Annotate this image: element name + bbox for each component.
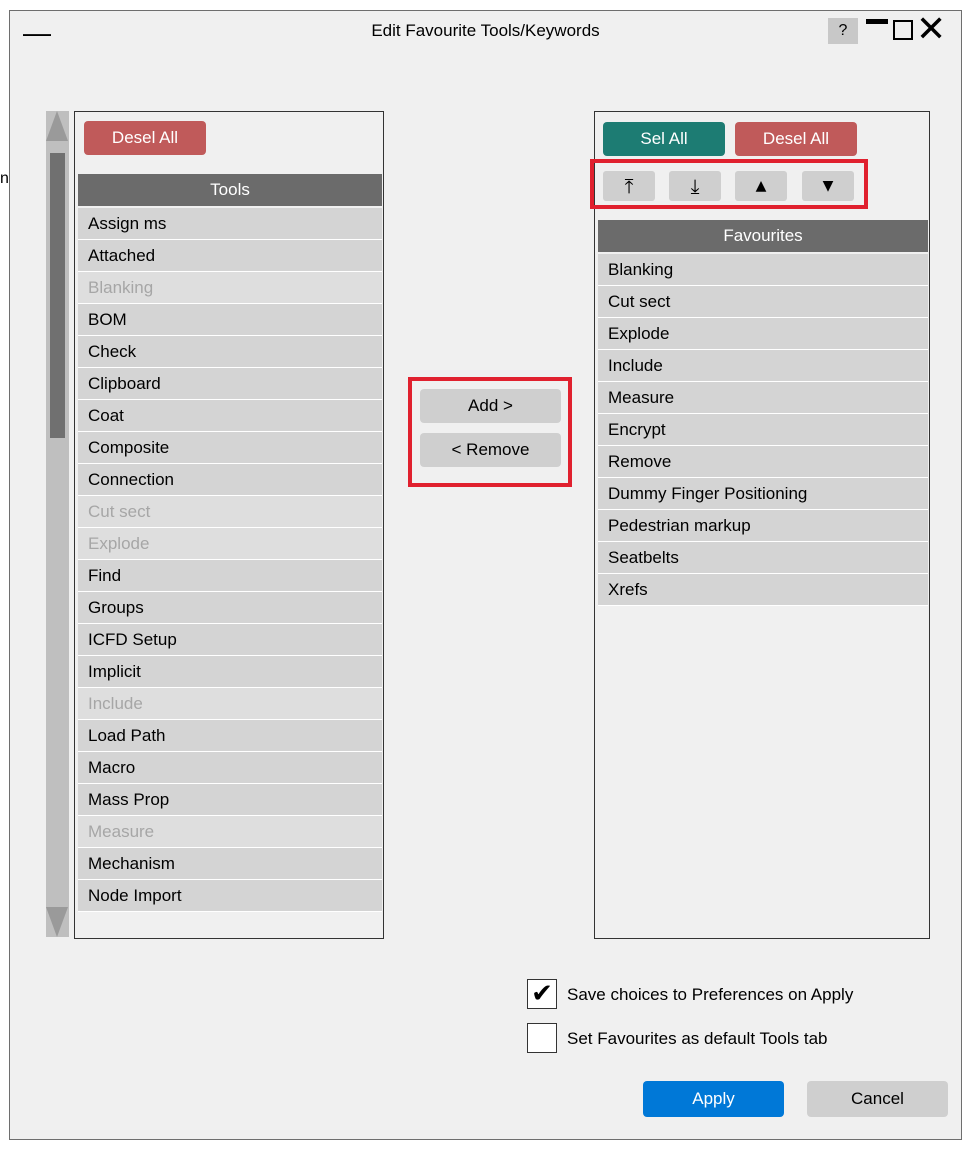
tools-list-item[interactable]: Check: [78, 336, 382, 368]
window-title: Edit Favourite Tools/Keywords: [371, 21, 600, 40]
scroll-up-arrow-icon[interactable]: [46, 111, 68, 141]
tools-list-item[interactable]: Node Import: [78, 880, 382, 912]
remove-button[interactable]: < Remove: [420, 433, 561, 467]
tools-list-item[interactable]: Attached: [78, 240, 382, 272]
apply-button[interactable]: Apply: [643, 1081, 784, 1117]
tools-list-item[interactable]: Implicit: [78, 656, 382, 688]
scroll-thumb[interactable]: [50, 153, 65, 438]
tools-list-item[interactable]: Assign ms: [78, 208, 382, 240]
scroll-down-arrow-icon[interactable]: [46, 907, 68, 937]
close-icon[interactable]: ✕: [916, 12, 946, 48]
tools-list-item[interactable]: Connection: [78, 464, 382, 496]
save-choices-label: Save choices to Preferences on Apply: [567, 985, 854, 1004]
title-bar: — Edit Favourite Tools/Keywords ? ✕: [10, 11, 961, 55]
tools-list-item[interactable]: Composite: [78, 432, 382, 464]
favourites-list-item[interactable]: Measure: [598, 382, 928, 414]
tools-list-item[interactable]: Find: [78, 560, 382, 592]
tools-list-item[interactable]: Explode: [78, 528, 382, 560]
move-down-icon[interactable]: ▼: [802, 171, 854, 201]
dialog-window: — Edit Favourite Tools/Keywords ? ✕ Dese…: [9, 10, 962, 1140]
move-bottom-icon[interactable]: ⤓: [669, 171, 721, 201]
move-top-icon[interactable]: ⤒: [603, 171, 655, 201]
tools-list-item[interactable]: BOM: [78, 304, 382, 336]
favourites-header: Favourites: [598, 220, 928, 252]
tools-list-item[interactable]: Mass Prop: [78, 784, 382, 816]
fav-desel-all-button[interactable]: Desel All: [735, 122, 857, 156]
checkmark-icon: ✔: [531, 979, 553, 1009]
maximize-icon[interactable]: [893, 20, 913, 40]
stray-text: n: [0, 170, 9, 187]
tools-list-item[interactable]: Measure: [78, 816, 382, 848]
favourites-list-item[interactable]: Dummy Finger Positioning: [598, 478, 928, 510]
default-tab-label: Set Favourites as default Tools tab: [567, 1029, 828, 1048]
favourites-list-item[interactable]: Xrefs: [598, 574, 928, 606]
fav-sel-all-button[interactable]: Sel All: [603, 122, 725, 156]
help-button[interactable]: ?: [828, 18, 858, 44]
tools-list-item[interactable]: Clipboard: [78, 368, 382, 400]
favourites-list-item[interactable]: Blanking: [598, 254, 928, 286]
tools-list-item[interactable]: Mechanism: [78, 848, 382, 880]
favourites-list-item[interactable]: Encrypt: [598, 414, 928, 446]
cancel-button[interactable]: Cancel: [807, 1081, 948, 1117]
save-choices-checkbox[interactable]: ✔: [527, 979, 557, 1009]
tools-panel: Desel All Tools Assign ms Attached Blankin…: [74, 111, 384, 939]
favourites-list-item[interactable]: Explode: [598, 318, 928, 350]
tools-desel-all-button[interactable]: Desel All: [84, 121, 206, 155]
move-up-icon[interactable]: ▲: [735, 171, 787, 201]
favourites-list-item[interactable]: Cut sect: [598, 286, 928, 318]
tools-list-item[interactable]: Blanking: [78, 272, 382, 304]
favourites-list-item[interactable]: Include: [598, 350, 928, 382]
tools-scrollbar[interactable]: [46, 111, 69, 937]
favourites-list-item[interactable]: Pedestrian markup: [598, 510, 928, 542]
tools-header: Tools: [78, 174, 382, 206]
favourites-list: Blanking Cut sect Explode Include Measure Enc…: [598, 254, 928, 606]
favourites-list-item[interactable]: Seatbelts: [598, 542, 928, 574]
add-button[interactable]: Add >: [420, 389, 561, 423]
tools-list-item[interactable]: Coat: [78, 400, 382, 432]
minimize-icon[interactable]: [866, 19, 888, 24]
tools-list-item[interactable]: Include: [78, 688, 382, 720]
tools-list-item[interactable]: Load Path: [78, 720, 382, 752]
tools-list-item[interactable]: Macro: [78, 752, 382, 784]
default-tab-checkbox[interactable]: [527, 1023, 557, 1053]
favourites-panel: Sel All Desel All Favourites Blanking Cut…: [594, 111, 930, 939]
favourites-list-item[interactable]: Remove: [598, 446, 928, 478]
tools-list-item[interactable]: Cut sect: [78, 496, 382, 528]
tools-list-item[interactable]: Groups: [78, 592, 382, 624]
tools-list: Assign ms Attached Blanking BOM Check Clipboa…: [78, 208, 382, 912]
tools-list-item[interactable]: ICFD Setup: [78, 624, 382, 656]
